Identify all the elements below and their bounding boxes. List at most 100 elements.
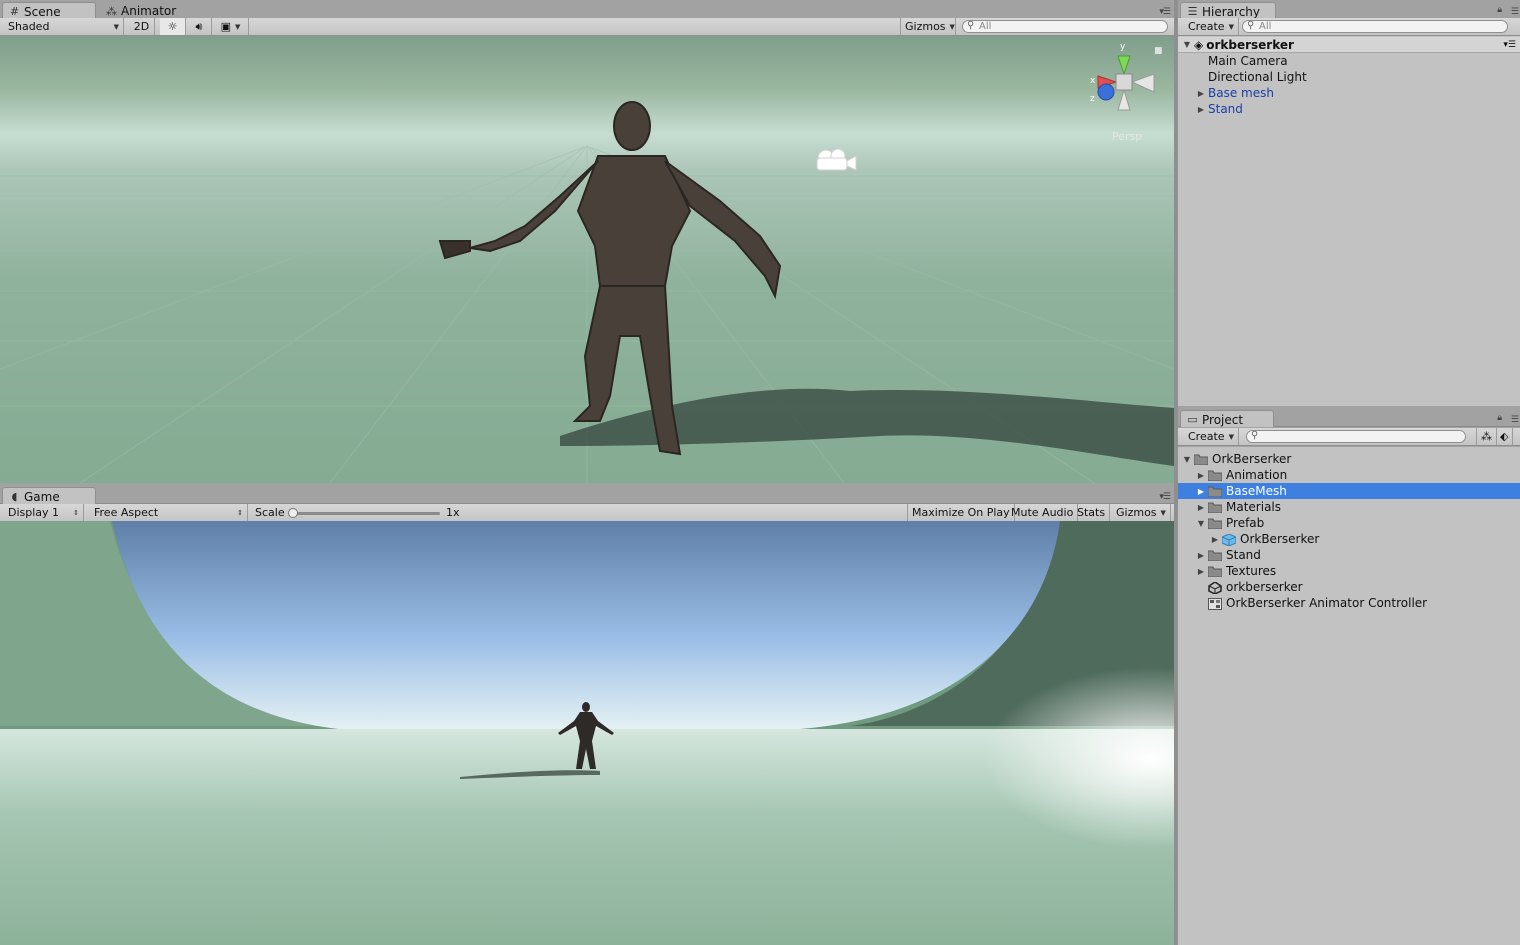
project-item[interactable]: ▶ OrkBerserker xyxy=(1178,531,1520,547)
scale-slider[interactable] xyxy=(288,508,440,518)
project-item[interactable]: orkberserker xyxy=(1178,579,1520,595)
scene-menu-icon[interactable]: ▾☰ xyxy=(1503,40,1516,50)
game-toolbar: Display 1 ⇕ Free Aspect ⇕ Scale 1x Maxim… xyxy=(0,504,1174,522)
project-item[interactable]: OrkBerserker Animator Controller xyxy=(1178,595,1520,611)
tab-hierarchy[interactable]: ☰ Hierarchy xyxy=(1180,2,1276,19)
dropdown-arrow-icon: ▼ xyxy=(949,22,955,31)
stats-button[interactable]: Stats xyxy=(1073,504,1111,521)
create-label: Create xyxy=(1188,20,1225,33)
project-item[interactable]: ▼ OrkBerserker xyxy=(1178,451,1520,467)
hierarchy-item[interactable]: ▶ Stand xyxy=(1178,101,1520,117)
project-item-label: Animation xyxy=(1226,468,1288,482)
expand-right-icon[interactable]: ▶ xyxy=(1196,503,1206,512)
folder-icon xyxy=(1208,486,1222,497)
dropdown-arrow-icon: ▼ xyxy=(235,22,241,31)
scene-viewport[interactable]: y x z Persp ■ xyxy=(0,36,1174,483)
folder-icon xyxy=(1208,550,1222,561)
scene-lighting-toggle[interactable]: ☼ xyxy=(160,18,186,35)
tab-scene-label: Scene xyxy=(24,4,61,19)
project-item-label: Textures xyxy=(1226,564,1277,578)
image-icon: ▣ xyxy=(220,20,231,33)
maximize-on-play-button[interactable]: Maximize On Play xyxy=(907,504,1015,521)
project-toolbar: Create ▼ ⚲ ⁂ ⬖ xyxy=(1178,428,1520,446)
gizmo-x-label: x xyxy=(1090,76,1096,86)
scene-root-row[interactable]: ▼ ◈ orkberserker ▾☰ xyxy=(1178,37,1520,53)
dropdown-arrow-icon: ▼ xyxy=(1160,508,1166,517)
filter-by-type-button[interactable]: ⁂ xyxy=(1476,428,1497,445)
gizmo-z-label: z xyxy=(1090,94,1095,104)
tab-hierarchy-label: Hierarchy xyxy=(1202,4,1261,19)
tab-animator-label: Animator xyxy=(121,4,177,18)
updown-arrow-icon: ⇕ xyxy=(73,508,79,517)
hierarchy-panel-menu-icon[interactable]: ☰ xyxy=(1511,7,1519,17)
hierarchy-item-label: Directional Light xyxy=(1208,70,1307,84)
scene-effects-dropdown[interactable]: ▣ ▼ xyxy=(213,18,249,35)
expand-right-icon[interactable]: ▶ xyxy=(1196,551,1206,560)
expand-right-icon[interactable]: ▶ xyxy=(1210,535,1220,544)
2d-mode-button[interactable]: 2D xyxy=(129,18,155,35)
hierarchy-item[interactable]: Main Camera xyxy=(1178,53,1520,69)
gizmo-lock-icon[interactable]: ■ xyxy=(1154,46,1163,56)
game-panel-menu-icon[interactable]: ▾☰ xyxy=(1159,492,1171,502)
project-search-input[interactable]: ⚲ xyxy=(1246,430,1466,443)
2d-mode-label: 2D xyxy=(133,20,150,33)
hierarchy-search-placeholder: All xyxy=(1259,21,1272,32)
expand-right-icon[interactable]: ▶ xyxy=(1196,105,1206,114)
dropdown-arrow-icon: ▼ xyxy=(1228,432,1234,441)
expand-down-icon[interactable]: ▼ xyxy=(1196,519,1206,528)
scale-slider-thumb[interactable] xyxy=(288,508,298,518)
project-item[interactable]: ▶ Animation xyxy=(1178,467,1520,483)
tab-game[interactable]: ◖ Game xyxy=(2,487,96,504)
pacman-icon: ◖ xyxy=(11,490,18,503)
folder-icon xyxy=(1208,470,1222,481)
scene-gizmos-dropdown[interactable]: Gizmos ▼ xyxy=(900,18,956,35)
display-dropdown[interactable]: Display 1 ⇕ xyxy=(4,504,84,521)
expand-right-icon[interactable]: ▶ xyxy=(1196,471,1206,480)
project-item[interactable]: ▶ Materials xyxy=(1178,499,1520,515)
tab-animator[interactable]: ⁂ Animator xyxy=(100,2,184,19)
create-label: Create xyxy=(1188,430,1225,443)
expand-down-icon[interactable]: ▼ xyxy=(1182,40,1192,49)
project-item[interactable]: ▶ BaseMesh xyxy=(1178,483,1520,499)
expand-right-icon[interactable]: ▶ xyxy=(1196,487,1206,496)
search-icon: ⚲ xyxy=(967,20,975,31)
gizmos-label: Gizmos xyxy=(1116,506,1157,519)
lock-icon[interactable]: 🔒︎ xyxy=(1497,413,1502,423)
project-item-label: Materials xyxy=(1226,500,1282,514)
lock-icon[interactable]: 🔒︎ xyxy=(1497,5,1502,15)
project-create-button[interactable]: Create ▼ xyxy=(1184,428,1239,445)
hierarchy-item[interactable]: Directional Light xyxy=(1178,69,1520,85)
game-viewport[interactable] xyxy=(0,521,1174,945)
hierarchy-item[interactable]: ▶ Base mesh xyxy=(1178,85,1520,101)
expand-right-icon[interactable]: ▶ xyxy=(1196,89,1206,98)
filter-by-label-button[interactable]: ⬖ xyxy=(1496,428,1514,445)
shading-mode-dropdown[interactable]: Shaded ▼ xyxy=(4,18,124,35)
project-item[interactable]: ▼ Prefab xyxy=(1178,515,1520,531)
game-gizmos-dropdown[interactable]: Gizmos ▼ xyxy=(1112,504,1171,521)
hierarchy-create-button[interactable]: Create ▼ xyxy=(1184,18,1239,35)
scene-name: orkberserker xyxy=(1206,37,1294,52)
scene-search-input[interactable]: ⚲ All xyxy=(962,20,1168,33)
orientation-gizmo[interactable]: y x z Persp xyxy=(1086,42,1158,143)
project-panel-menu-icon[interactable]: ☰ xyxy=(1511,415,1519,425)
shading-mode-label: Shaded xyxy=(8,20,50,33)
expand-right-icon[interactable]: ▶ xyxy=(1196,567,1206,576)
unity-scene-icon: ◈ xyxy=(1194,37,1204,52)
hierarchy-search-input[interactable]: ⚲ All xyxy=(1242,20,1508,33)
project-item-label: orkberserker xyxy=(1226,580,1303,594)
scene-audio-toggle[interactable]: 🔊︎ xyxy=(187,18,212,35)
mute-audio-button[interactable]: Mute Audio xyxy=(1007,504,1079,521)
grid-icon: # xyxy=(9,5,20,18)
project-item[interactable]: ▶ Stand xyxy=(1178,547,1520,563)
aspect-dropdown[interactable]: Free Aspect ⇕ xyxy=(90,504,248,521)
folder-icon xyxy=(1194,454,1208,465)
tab-project[interactable]: ▭ Project xyxy=(1180,410,1274,427)
project-item-label: BaseMesh xyxy=(1226,484,1287,498)
scene-panel-menu-icon[interactable]: ▾☰ xyxy=(1159,7,1171,17)
scene-toolbar: Shaded ▼ 2D ☼ 🔊︎ ▣ ▼ Gizmos ▼ ⚲ All xyxy=(0,18,1174,36)
tab-scene[interactable]: # Scene xyxy=(2,2,96,19)
expand-down-icon[interactable]: ▼ xyxy=(1182,455,1192,464)
projection-label[interactable]: Persp xyxy=(1112,130,1142,143)
dropdown-arrow-icon: ▼ xyxy=(1228,22,1234,31)
project-item[interactable]: ▶ Textures xyxy=(1178,563,1520,579)
